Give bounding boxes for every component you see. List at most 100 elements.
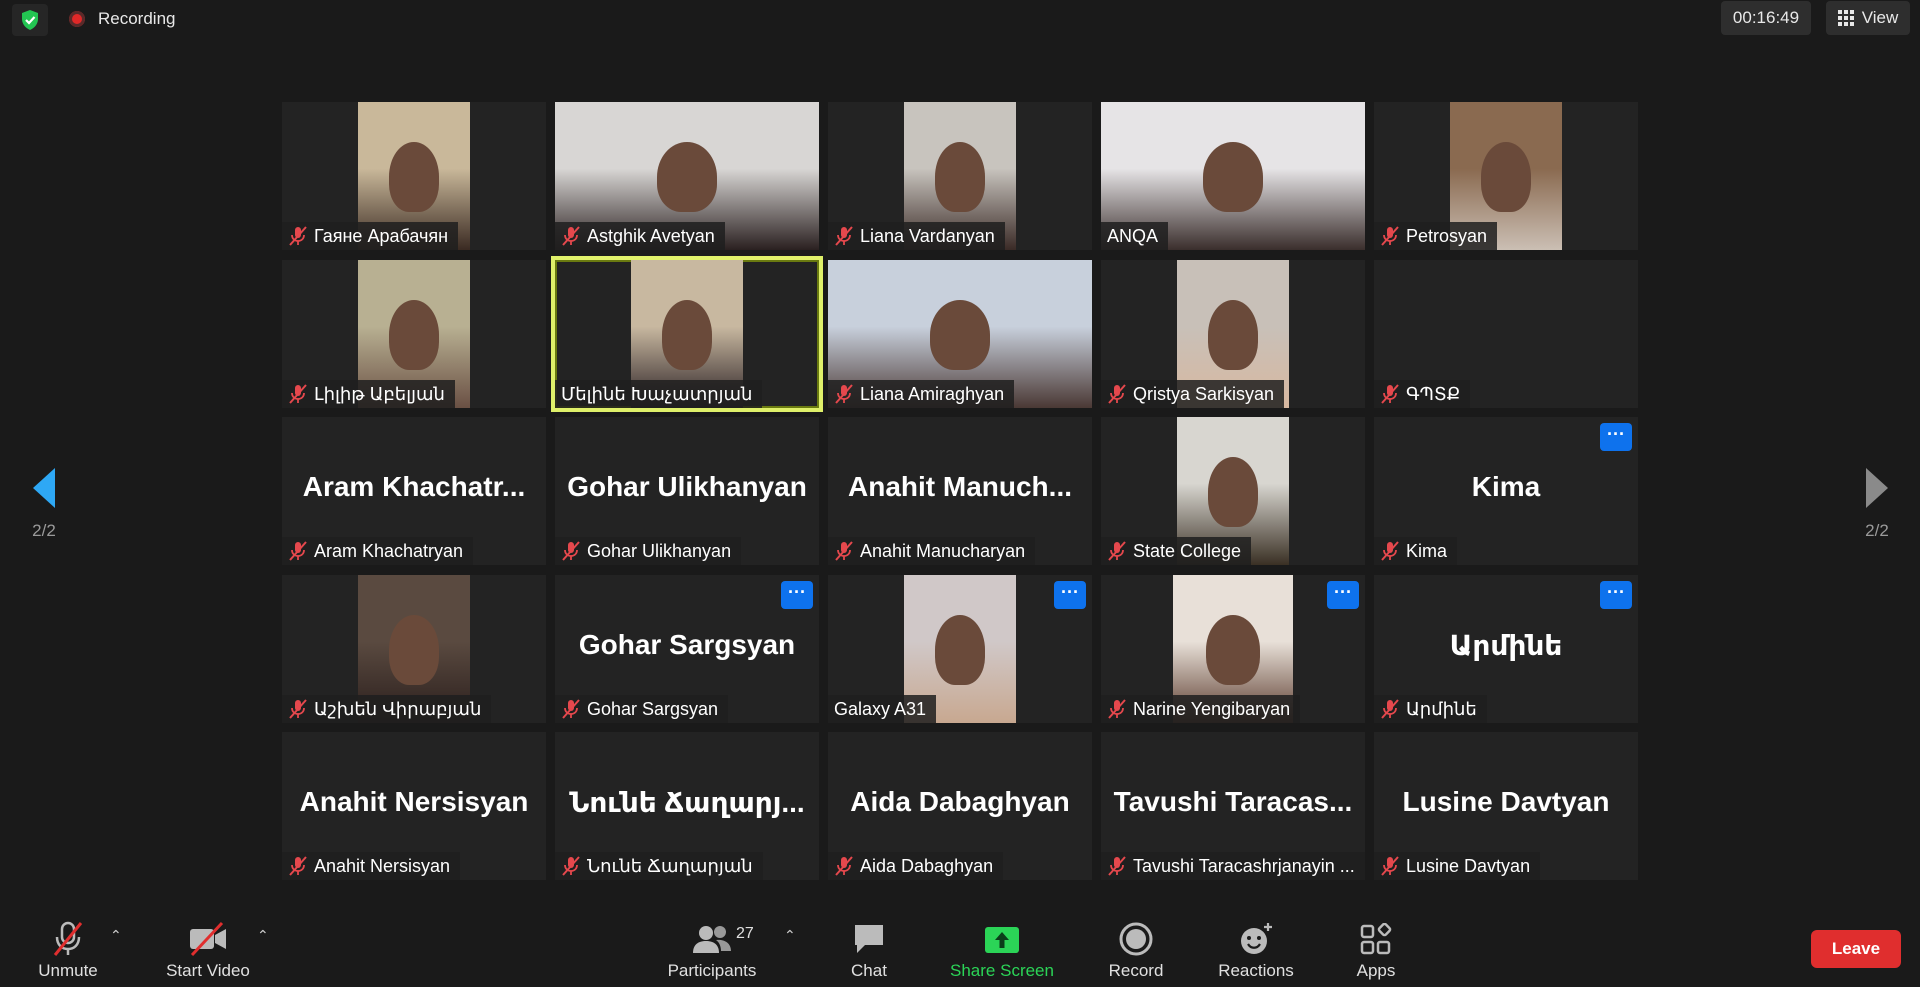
participant-display-name: Gohar Sargsyan bbox=[578, 629, 796, 660]
gallery-view: Гаяне Арабачян Astghik Avetyan Liana Varda… bbox=[282, 102, 1638, 880]
participant-name: Galaxy A31 bbox=[834, 698, 927, 719]
participant-tile[interactable]: Tavushi Taracas... Tavushi Taracashrjanay… bbox=[1101, 732, 1365, 880]
security-shield-icon[interactable] bbox=[12, 4, 48, 36]
microphone-muted-icon bbox=[1107, 540, 1127, 562]
participant-tile[interactable]: Aram Khachatr... Aram Khachatryan bbox=[282, 417, 546, 565]
microphone-muted-icon bbox=[1380, 698, 1400, 720]
record-button[interactable]: Record bbox=[1100, 917, 1172, 987]
participant-display-name: Lusine Davtyan bbox=[1402, 786, 1610, 817]
chat-button[interactable]: Chat bbox=[836, 917, 902, 987]
microphone-muted-icon bbox=[288, 540, 308, 562]
share-screen-label: Share Screen bbox=[950, 961, 1054, 980]
participant-tile[interactable]: Gohar Sargsyan ··· Gohar Sargsyan bbox=[555, 575, 819, 723]
participant-tile[interactable]: ԳՊՏՔ bbox=[1374, 260, 1638, 408]
more-options-icon[interactable]: ··· bbox=[781, 581, 813, 609]
participant-name: Petrosyan bbox=[1406, 225, 1488, 246]
more-options-icon[interactable]: ··· bbox=[1054, 581, 1086, 609]
audio-options-chevron-icon[interactable]: ⌃ bbox=[110, 927, 122, 944]
microphone-muted-icon bbox=[561, 540, 581, 562]
participant-tile[interactable]: Lusine Davtyan Lusine Davtyan bbox=[1374, 732, 1638, 880]
participant-tile[interactable]: Anahit Nersisyan Anahit Nersisyan bbox=[282, 732, 546, 880]
leave-button[interactable]: Leave bbox=[1811, 930, 1901, 968]
previous-page-button[interactable]: 2/2 bbox=[19, 466, 69, 541]
share-screen-icon bbox=[985, 927, 1019, 953]
more-options-icon[interactable]: ··· bbox=[1600, 423, 1632, 451]
microphone-muted-icon bbox=[53, 921, 83, 956]
microphone-muted-icon bbox=[1380, 855, 1400, 877]
participant-name-label: Petrosyan bbox=[1374, 222, 1498, 250]
participant-tile[interactable]: ··· Galaxy A31 bbox=[828, 575, 1092, 723]
participant-tile[interactable]: Լիլիթ Աբելյան bbox=[282, 260, 546, 408]
participant-figure bbox=[930, 300, 990, 370]
participant-name: Aram Khachatryan bbox=[314, 540, 464, 561]
arrow-right-icon bbox=[1866, 468, 1888, 508]
reactions-smiley-icon bbox=[1241, 923, 1272, 954]
microphone-muted-icon bbox=[288, 698, 308, 720]
participant-name-label: Արմինե bbox=[1374, 695, 1487, 723]
participants-count: 27 bbox=[736, 925, 754, 942]
participant-tile[interactable]: ··· Narine Yengibaryan bbox=[1101, 575, 1365, 723]
arrow-left-icon bbox=[33, 468, 55, 508]
start-video-label: Start Video bbox=[166, 961, 250, 980]
microphone-muted-icon bbox=[834, 540, 854, 562]
unmute-button[interactable]: Unmute bbox=[28, 917, 108, 987]
participant-name: Narine Yengibaryan bbox=[1133, 698, 1291, 719]
participants-options-chevron-icon[interactable]: ⌃ bbox=[784, 927, 796, 944]
participant-tile[interactable]: Liana Amiraghyan bbox=[828, 260, 1092, 408]
apps-button[interactable]: Apps bbox=[1346, 917, 1406, 987]
microphone-muted-icon bbox=[1380, 225, 1400, 247]
participant-tile[interactable]: Qristya Sarkisyan bbox=[1101, 260, 1365, 408]
participant-name: Աշխեն Վիրաբյան bbox=[314, 698, 482, 719]
reactions-button[interactable]: Reactions bbox=[1210, 917, 1302, 987]
participant-tile[interactable]: Liana Vardanyan bbox=[828, 102, 1092, 250]
page-indicator-left: 2/2 bbox=[32, 521, 56, 540]
participant-tile[interactable]: Մելինե Խաչատրյան bbox=[551, 256, 823, 412]
view-button[interactable]: View bbox=[1826, 1, 1910, 35]
participant-name: Tavushi Taracashrjanayin ... bbox=[1133, 855, 1355, 876]
participant-figure bbox=[1207, 300, 1259, 370]
start-video-button[interactable]: Start Video bbox=[156, 917, 260, 987]
participant-figure bbox=[1207, 457, 1259, 527]
more-options-icon[interactable]: ··· bbox=[1327, 581, 1359, 609]
more-options-icon[interactable]: ··· bbox=[1600, 581, 1632, 609]
participant-figure bbox=[388, 142, 440, 212]
participant-figure bbox=[934, 142, 986, 212]
chat-icon bbox=[855, 925, 883, 953]
participant-tile[interactable]: Kima ··· Kima bbox=[1374, 417, 1638, 565]
participant-tile[interactable]: Aida Dabaghyan Aida Dabaghyan bbox=[828, 732, 1092, 880]
participant-name: ANQA bbox=[1107, 225, 1159, 246]
participant-tile[interactable]: Նունե Ճաղարյ... Նունե Ճաղարյան bbox=[555, 732, 819, 880]
apps-icon bbox=[1360, 923, 1392, 955]
record-icon bbox=[1119, 922, 1153, 956]
microphone-muted-icon bbox=[1107, 698, 1127, 720]
participant-figure bbox=[1480, 142, 1532, 212]
participant-name: Մելինե Խաչատրյան bbox=[561, 383, 753, 404]
participants-icon bbox=[693, 926, 731, 953]
participant-tile[interactable]: Astghik Avetyan bbox=[555, 102, 819, 250]
participant-name-label: Гаяне Арабачян bbox=[282, 222, 459, 250]
participant-tile[interactable]: Արմինե ··· Արմինե bbox=[1374, 575, 1638, 723]
participant-tile[interactable]: Աշխեն Վիրաբյան bbox=[282, 575, 546, 723]
recording-label: Recording bbox=[98, 9, 176, 28]
participant-display-name: Gohar Ulikhanyan bbox=[567, 471, 807, 502]
participant-name: Liana Amiraghyan bbox=[860, 383, 1005, 404]
participant-name-label: Նունե Ճաղարյան bbox=[555, 852, 763, 880]
video-options-chevron-icon[interactable]: ⌃ bbox=[257, 927, 269, 944]
participant-tile[interactable]: Gohar Ulikhanyan Gohar Ulikhanyan bbox=[555, 417, 819, 565]
participant-tile[interactable]: State College bbox=[1101, 417, 1365, 565]
participant-tile[interactable]: Petrosyan bbox=[1374, 102, 1638, 250]
share-screen-button[interactable]: Share Screen bbox=[940, 917, 1064, 987]
participant-name: Lusine Davtyan bbox=[1406, 855, 1531, 876]
participant-name: Արմինե bbox=[1406, 698, 1477, 719]
participant-name-label: Liana Amiraghyan bbox=[828, 380, 1015, 408]
participant-tile[interactable]: ANQA bbox=[1101, 102, 1365, 250]
participant-name-label: Gohar Ulikhanyan bbox=[555, 537, 742, 565]
microphone-muted-icon bbox=[1380, 540, 1400, 562]
participant-name-label: Liana Vardanyan bbox=[828, 222, 1005, 250]
participant-name-label: Anahit Nersisyan bbox=[282, 852, 461, 880]
participant-name-label: ԳՊՏՔ bbox=[1374, 380, 1471, 408]
participant-figure bbox=[388, 300, 440, 370]
participant-tile[interactable]: Гаяне Арабачян bbox=[282, 102, 546, 250]
participant-tile[interactable]: Anahit Manuch... Anahit Manucharyan bbox=[828, 417, 1092, 565]
next-page-button[interactable]: 2/2 bbox=[1852, 466, 1902, 541]
